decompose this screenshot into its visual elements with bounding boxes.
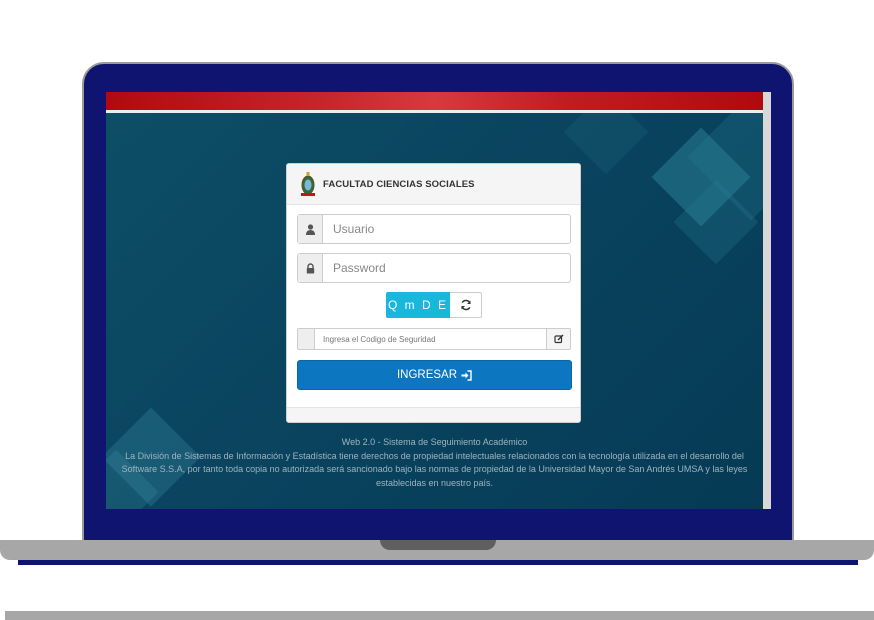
refresh-captcha-button[interactable] <box>450 292 482 318</box>
footer-system-name: Web 2.0 - Sistema de Seguimiento Académi… <box>341 437 528 447</box>
bolivia-coat-of-arms-icon <box>301 172 315 196</box>
user-icon <box>298 215 323 243</box>
login-panel-header: FACULTAD CIENCIAS SOCIALES <box>287 164 580 205</box>
laptop-base-shadow <box>18 560 858 565</box>
edit-icon[interactable] <box>546 329 570 349</box>
floor-line <box>5 611 874 620</box>
security-code-addon <box>298 329 315 349</box>
institution-title: FACULTAD CIENCIAS SOCIALES <box>323 178 475 190</box>
refresh-icon <box>460 299 471 311</box>
security-code-input[interactable] <box>315 329 546 349</box>
login-button-label: INGRESAR <box>396 369 458 381</box>
top-banner-divider <box>106 110 763 113</box>
footer-copyright: La División de Sistemas de Información y… <box>121 450 748 488</box>
captcha: Q m D E <box>386 292 482 318</box>
login-panel-footer <box>287 407 580 422</box>
top-banner <box>106 92 763 110</box>
username-group <box>297 214 571 244</box>
password-group <box>297 253 571 283</box>
lock-icon <box>298 254 323 282</box>
login-panel: FACULTAD CIENCIAS SOCIALES Q m D E <box>286 163 581 423</box>
password-input[interactable] <box>323 254 570 282</box>
login-button[interactable]: INGRESAR <box>297 360 572 390</box>
captcha-text: Q m D E <box>386 292 450 318</box>
screen: FACULTAD CIENCIAS SOCIALES Q m D E <box>106 92 771 509</box>
security-code-group <box>297 328 571 350</box>
sign-in-icon <box>461 369 472 381</box>
scrollbar[interactable] <box>763 92 771 509</box>
laptop-notch <box>380 540 496 550</box>
username-input[interactable] <box>323 215 570 243</box>
footer-notice: Web 2.0 - Sistema de Seguimiento Académi… <box>106 436 763 490</box>
